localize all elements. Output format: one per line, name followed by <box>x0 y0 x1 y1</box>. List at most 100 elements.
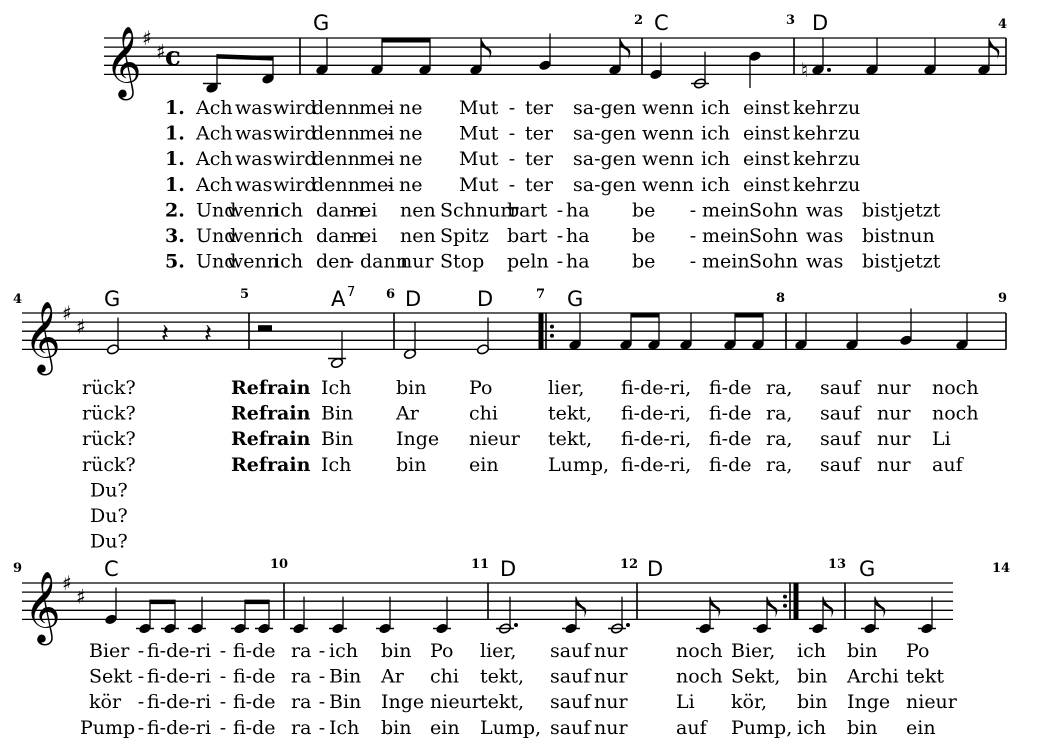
lyric-syllable: fi-de-ri, <box>621 454 691 476</box>
lyric-syllable: Mut <box>459 148 499 170</box>
lyric-syllable: Po <box>469 377 492 399</box>
lyric-syllable: sa-gen <box>573 97 636 119</box>
lyric-hyphen: - <box>319 691 325 713</box>
lyric-syllable: ra <box>291 640 311 662</box>
lyric-syllable: denn <box>312 97 360 119</box>
lyric-syllable: was <box>235 148 272 170</box>
lyric-syllable: was <box>235 123 272 145</box>
lyric-syllable: fi-de-ri, <box>621 428 691 450</box>
chord-symbol: D <box>405 287 421 311</box>
lyric-hyphen: - <box>348 251 354 273</box>
lyric-syllable: zu <box>838 97 860 119</box>
lyric-syllable: Mut <box>459 97 499 119</box>
lyric-syllable: fi-de <box>709 428 752 450</box>
chord-symbol: D <box>812 11 828 35</box>
measure-number: 10 <box>270 557 288 572</box>
lyric-syllable: ich <box>701 97 730 119</box>
lyric-syllable: ter <box>525 123 554 145</box>
lyric-label: Refrain <box>231 403 311 425</box>
lyric-label: 2. <box>165 199 185 221</box>
note-flag <box>767 596 778 618</box>
lyric-syllable: nen <box>400 225 436 247</box>
lyric-syllable: Ach <box>195 148 233 170</box>
lyric-hyphen: - <box>509 148 515 170</box>
lyric-syllable: Du? <box>90 505 128 527</box>
lyric-hyphen: - <box>387 148 393 170</box>
lyric-syllable: Spitz <box>440 225 489 247</box>
lyric-syllable: Bin <box>321 403 353 425</box>
lyric-syllable: ich <box>701 174 730 196</box>
lyric-syllable: fi-de <box>709 377 752 399</box>
chord-symbol: G <box>104 287 120 311</box>
lyric-syllable: fi-de-ri, <box>621 403 691 425</box>
chord-symbol: C <box>654 11 669 35</box>
lyric-syllable: fi-de <box>709 454 752 476</box>
lyric-syllable: chi <box>469 403 498 425</box>
lyric-syllable: lier, <box>480 640 516 662</box>
lyric-syllable: ter <box>525 97 554 119</box>
lyric-syllable: tekt, <box>480 691 524 713</box>
lyric-syllable: noch <box>676 666 723 688</box>
note-beam <box>735 313 763 318</box>
lyric-hyphen: - <box>138 640 144 662</box>
lyric-syllable: wird <box>273 123 317 145</box>
lyric-syllable: nur <box>594 640 628 662</box>
lyric-syllable: denn <box>312 148 360 170</box>
lyric-hyphen: - <box>387 123 393 145</box>
lyric-syllable: sauf <box>550 666 592 688</box>
lyric-label: 3. <box>165 225 185 247</box>
lyric-syllable: Inge <box>847 691 890 713</box>
lyric-label: Refrain <box>231 428 311 450</box>
measure-number: 8 <box>776 291 785 306</box>
measure-number: 7 <box>536 287 545 302</box>
lyric-label: 1. <box>165 148 185 170</box>
lyric-syllable: bin <box>797 666 827 688</box>
lyric-syllable: Inge <box>381 691 424 713</box>
lyric-syllable: ich <box>701 123 730 145</box>
lyric-syllable: sauf <box>820 454 862 476</box>
chord-symbol: D <box>500 557 516 581</box>
lyric-syllable: einst <box>743 123 790 145</box>
lyric-syllable: ich <box>797 717 826 739</box>
measure-number: 4 <box>13 292 22 307</box>
lyric-syllable: ra, <box>766 428 792 450</box>
lyric-syllable: ein <box>430 717 460 739</box>
lyric-syllable: Pump, <box>731 717 792 739</box>
lyric-hyphen: - <box>509 174 515 196</box>
lyric-syllable: wenn <box>227 199 279 221</box>
augmentation-dot <box>827 67 831 72</box>
lyric-syllable: Inge <box>396 428 439 450</box>
note-beam <box>150 599 175 605</box>
lyric-syllable: be <box>632 199 655 221</box>
lyric-syllable: kör <box>89 691 122 713</box>
lyric-syllable: ich <box>274 199 303 221</box>
lyric-syllable: Po <box>906 640 929 662</box>
lyric-syllable: sauf <box>550 717 592 739</box>
lyric-syllable: rück? <box>82 377 136 399</box>
lyric-syllable: was <box>806 225 843 247</box>
lyric-syllable: auf <box>676 717 709 739</box>
repeat-dot <box>550 324 554 329</box>
lyric-syllable: Li <box>676 691 695 713</box>
lyric-syllable: Sohn <box>749 251 798 273</box>
lyric-syllable: ne <box>399 148 422 170</box>
sheet-music-score: 𝄞 ♯♯ c𝄞 ♯♯𝄞 ♯♯ ♮𝄽 𝄽 G C DG A 7 D D GC D D G2 3 44 5 6 7 8 99 10… <box>13 11 1010 739</box>
lyric-syllable: sa-gen <box>573 174 636 196</box>
lyric-hyphen: - <box>509 97 515 119</box>
lyric-syllable: nur <box>877 454 911 476</box>
lyric-syllable: bin <box>396 454 426 476</box>
lyric-syllable: was <box>235 97 272 119</box>
lyric-syllable: fi-de-ri <box>147 717 211 739</box>
note-beam <box>217 54 273 61</box>
lyric-syllable: fi-de <box>233 717 276 739</box>
lyric-syllable: bin <box>847 717 877 739</box>
lyric-label: 5. <box>165 251 185 273</box>
lyric-syllable: chi <box>430 666 459 688</box>
lyric-syllable: dann <box>316 225 364 247</box>
repeat-dot <box>550 333 554 338</box>
measure-number: 9 <box>13 561 22 576</box>
lyric-syllable: bist <box>862 199 898 221</box>
lyric-syllable: sauf <box>550 640 592 662</box>
lyric-syllable: fi-de-ri <box>147 691 211 713</box>
note-beam <box>382 38 430 43</box>
